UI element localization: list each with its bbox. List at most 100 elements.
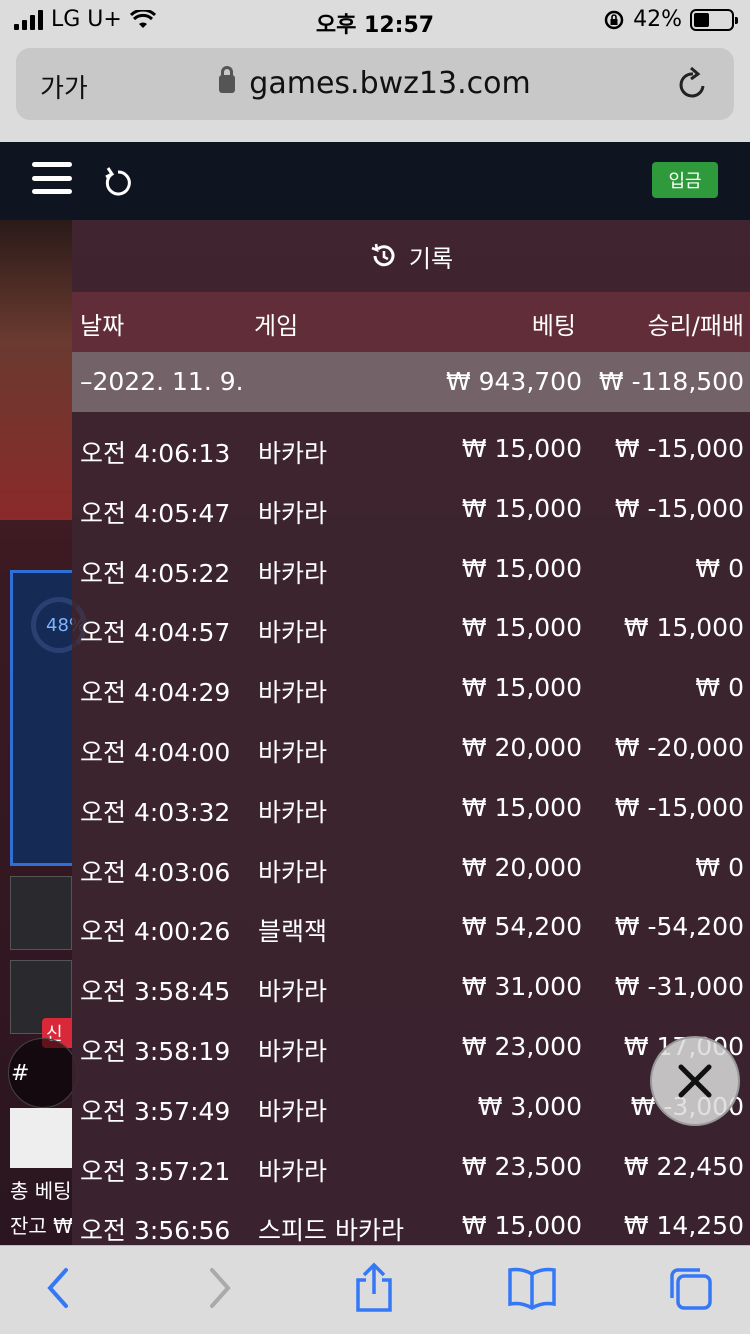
deposit-button[interactable]: 입금 [652, 162, 718, 198]
battery-percent: 42% [633, 7, 682, 32]
row-game: 바카라 [258, 558, 328, 588]
table-row[interactable]: 오전 4:05:22 바카라 ₩ 15,000 ₩ 0 [72, 532, 750, 592]
hash-label: # [11, 1061, 30, 1086]
row-time: 오전 4:04:29 [80, 678, 231, 708]
row-time: 오전 4:04:00 [80, 737, 231, 767]
row-bet: ₩ 31,000 [461, 972, 582, 1002]
row-result: ₩ -15,000 [614, 434, 744, 463]
chat-button[interactable]: # [8, 1038, 78, 1108]
status-right: 42% [603, 7, 738, 32]
site-header: 입금 [0, 142, 750, 220]
reload-icon[interactable] [676, 66, 710, 102]
row-game: 바카라 [258, 1096, 328, 1126]
row-result: ₩ 0 [695, 852, 744, 882]
row-result: ₩ 14,250 [623, 1211, 744, 1241]
history-title-bar: 기록 [72, 220, 750, 292]
row-time: 오전 4:05:22 [80, 558, 231, 588]
row-time: 오전 4:04:57 [80, 618, 231, 648]
refresh-icon[interactable] [104, 166, 132, 196]
row-time: 오전 3:57:21 [80, 1156, 231, 1186]
row-bet: ₩ 15,000 [461, 792, 582, 822]
col-date: 날짜 [80, 312, 125, 340]
col-game: 게임 [254, 312, 299, 340]
group-date: –2022. 11. 9. [80, 367, 244, 396]
row-result: ₩ 22,450 [623, 1151, 744, 1181]
close-icon [678, 1064, 712, 1098]
row-time: 오전 4:06:13 [80, 439, 231, 468]
table-row[interactable]: 오전 4:03:32 바카라 ₩ 15,000 ₩ -15,000 [72, 771, 750, 831]
tabs-icon[interactable] [666, 1266, 714, 1312]
row-bet: ₩ 3,000 [477, 1091, 582, 1121]
row-time: 오전 3:57:49 [80, 1096, 231, 1126]
table-row[interactable]: 오전 4:04:00 바카라 ₩ 20,000 ₩ -20,000 [72, 711, 750, 771]
row-game: 블랙잭 [258, 917, 328, 947]
table-row[interactable]: 오전 4:05:47 바카라 ₩ 15,000 ₩ -15,000 [72, 472, 750, 532]
table-header: 날짜 게임 베팅 승리/패배 [72, 292, 750, 352]
chevron-left-icon[interactable] [42, 1266, 74, 1310]
player-bet-spot[interactable]: 48% [10, 570, 87, 866]
share-icon[interactable] [352, 1262, 396, 1314]
row-time: 오전 4:00:26 [80, 917, 231, 947]
history-rows: 오전 4:06:13 바카라 ₩ 15,000 ₩ -15,000 오전 4:05:4… [72, 412, 750, 1245]
table-row[interactable]: 오전 3:57:21 바카라 ₩ 23,500 ₩ 22,450 [72, 1130, 750, 1190]
rotation-lock-icon [604, 10, 624, 29]
table-row[interactable]: 오전 3:58:19바카라₩ 23,000₩ 17,000 [72, 1010, 750, 1070]
side-bet-button[interactable] [10, 876, 72, 950]
book-icon[interactable] [506, 1266, 558, 1310]
row-bet: ₩ 15,000 [461, 434, 582, 463]
balance-label: 잔고 ₩ [10, 1214, 72, 1238]
lock-icon [219, 66, 236, 93]
row-game: 바카라 [258, 618, 328, 648]
row-result: ₩ -54,200 [614, 912, 744, 942]
row-game: 바카라 [258, 1156, 328, 1186]
row-bet: ₩ 15,000 [461, 493, 582, 523]
row-result: ₩ 0 [695, 673, 744, 703]
url-display[interactable]: games.bwz13.com [16, 66, 734, 101]
row-game: 바카라 [258, 797, 328, 827]
table-row[interactable]: 오전 3:56:56 스피드 바카라 ₩ 15,000 ₩ 14,250 [72, 1189, 750, 1245]
col-result: 승리/패배 [647, 312, 744, 340]
row-game: 스피드 바카라 [258, 1216, 404, 1245]
row-bet: ₩ 20,000 [461, 852, 582, 882]
card-thumbnail [10, 1108, 72, 1168]
table-row[interactable]: 오전 4:06:13 바카라 ₩ 15,000 ₩ -15,000 [72, 412, 750, 472]
group-result-total: ₩ -118,500 [598, 367, 744, 396]
history-title: 기록 [408, 244, 454, 273]
table-row[interactable]: 오전 3:58:45 바카라 ₩ 31,000 ₩ -31,000 [72, 950, 750, 1010]
row-game: 바카라 [258, 498, 328, 528]
total-bet-label: 총 베팅 [10, 1179, 72, 1203]
chevron-right-icon[interactable] [204, 1266, 236, 1310]
row-game: 바카라 [258, 1036, 328, 1066]
table-row[interactable]: 오전 3:57:49바카라₩ 3,000₩ -3,000 [72, 1070, 750, 1130]
row-game: 바카라 [258, 857, 328, 887]
row-bet: ₩ 15,000 [461, 673, 582, 703]
table-row[interactable]: 오전 4:04:29 바카라 ₩ 15,000 ₩ 0 [72, 651, 750, 711]
row-bet: ₩ 23,500 [461, 1151, 582, 1181]
address-bar[interactable]: 가가 games.bwz13.com [16, 48, 734, 120]
row-time: 오전 4:05:47 [80, 498, 231, 528]
row-result: ₩ -15,000 [614, 792, 744, 822]
menu-icon[interactable] [32, 162, 72, 194]
group-bet-total: ₩ 943,700 [445, 367, 582, 396]
url-text: games.bwz13.com [249, 66, 531, 101]
table-row[interactable]: 오전 4:03:06 바카라 ₩ 20,000 ₩ 0 [72, 831, 750, 891]
close-button[interactable] [650, 1036, 740, 1126]
row-bet: ₩ 15,000 [461, 613, 582, 643]
row-bet: ₩ 15,000 [461, 553, 582, 583]
row-game: 바카라 [258, 678, 328, 708]
row-result: ₩ -20,000 [614, 732, 744, 762]
history-icon [371, 243, 395, 267]
row-time: 오전 4:03:32 [80, 797, 231, 827]
row-bet: ₩ 54,200 [461, 912, 582, 942]
row-time: 오전 3:58:45 [80, 977, 231, 1007]
dealer-video [0, 220, 72, 520]
table-row[interactable]: 오전 4:04:57 바카라 ₩ 15,000 ₩ 15,000 [72, 591, 750, 651]
row-time: 오전 3:56:56 [80, 1216, 231, 1245]
table-row[interactable]: 오전 4:00:26 블랙잭 ₩ 54,200 ₩ -54,200 [72, 890, 750, 950]
date-group-row[interactable]: –2022. 11. 9. ₩ 943,700 ₩ -118,500 [72, 352, 750, 412]
row-game: 바카라 [258, 737, 328, 767]
status-bar: LG U+ 오후 12:57 42% [0, 0, 750, 40]
row-bet: ₩ 20,000 [461, 732, 582, 762]
row-result: ₩ 0 [695, 553, 744, 583]
browser-toolbar [0, 1245, 750, 1334]
